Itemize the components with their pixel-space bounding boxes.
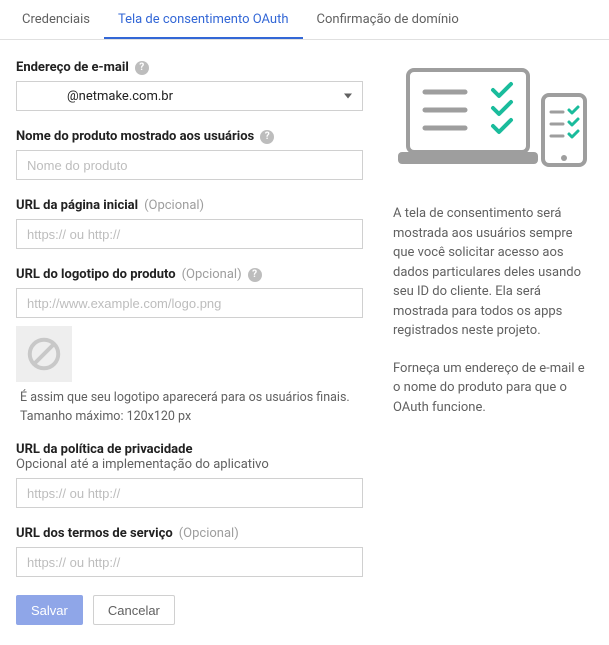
product-name-input[interactable] — [16, 150, 363, 180]
optional-label: (Opcional) — [144, 198, 204, 213]
privacy-url-group: URL da política de privacidade Opcional … — [16, 442, 363, 508]
homepage-url-input[interactable] — [16, 219, 363, 249]
cancel-button[interactable]: Cancelar — [93, 595, 175, 625]
logo-preview — [16, 326, 72, 382]
tab-domain[interactable]: Confirmação de domínio — [303, 0, 473, 39]
logo-url-group: URL do logotipo do produto (Opcional) ? … — [16, 267, 363, 424]
tos-url-label: URL dos termos de serviço — [16, 526, 173, 541]
product-name-group: Nome do produto mostrado aos usuários ? — [16, 129, 363, 180]
prohibited-icon — [25, 335, 63, 373]
chevron-down-icon — [344, 94, 352, 99]
email-select[interactable]: @netmake.com.br — [16, 81, 363, 111]
help-icon[interactable]: ? — [260, 130, 274, 144]
form-column: Endereço de e-mail ? @netmake.com.br Nom… — [16, 60, 363, 625]
optional-label: (Opcional) — [182, 267, 242, 282]
tab-consent[interactable]: Tela de consentimento OAuth — [104, 0, 303, 39]
optional-label: (Opcional) — [179, 526, 239, 541]
logo-note-size: Tamanho máximo: 120x120 px — [16, 409, 363, 424]
logo-url-input[interactable] — [16, 288, 363, 318]
tos-url-input[interactable] — [16, 547, 363, 577]
homepage-url-label: URL da página inicial — [16, 198, 138, 213]
privacy-url-input[interactable] — [16, 478, 363, 508]
side-paragraph-2: Forneça um endereço de e-mail e o nome d… — [393, 359, 593, 418]
product-name-label: Nome do produto mostrado aos usuários — [16, 129, 254, 144]
help-icon[interactable]: ? — [248, 268, 262, 282]
privacy-url-sublabel: Opcional até a implementação do aplicati… — [16, 457, 363, 472]
homepage-url-group: URL da página inicial (Opcional) — [16, 198, 363, 249]
logo-note-appearance: É assim que seu logotipo aparecerá para … — [16, 390, 363, 405]
privacy-url-label: URL da política de privacidade — [16, 442, 192, 457]
tab-credentials[interactable]: Credenciais — [8, 0, 104, 39]
side-column: A tela de consentimento será mostrada ao… — [393, 60, 593, 625]
consent-illustration — [393, 60, 593, 180]
tos-url-group: URL dos termos de serviço (Opcional) — [16, 526, 363, 577]
save-button[interactable]: Salvar — [16, 595, 83, 625]
email-select-value: @netmake.com.br — [67, 89, 173, 104]
help-icon[interactable]: ? — [135, 61, 149, 75]
side-paragraph-1: A tela de consentimento será mostrada ao… — [393, 204, 593, 341]
button-row: Salvar Cancelar — [16, 595, 363, 625]
content: Endereço de e-mail ? @netmake.com.br Nom… — [0, 40, 609, 645]
email-group: Endereço de e-mail ? @netmake.com.br — [16, 60, 363, 111]
tab-bar: Credenciais Tela de consentimento OAuth … — [0, 0, 609, 40]
logo-url-label: URL do logotipo do produto — [16, 267, 176, 282]
email-label: Endereço de e-mail — [16, 60, 129, 75]
